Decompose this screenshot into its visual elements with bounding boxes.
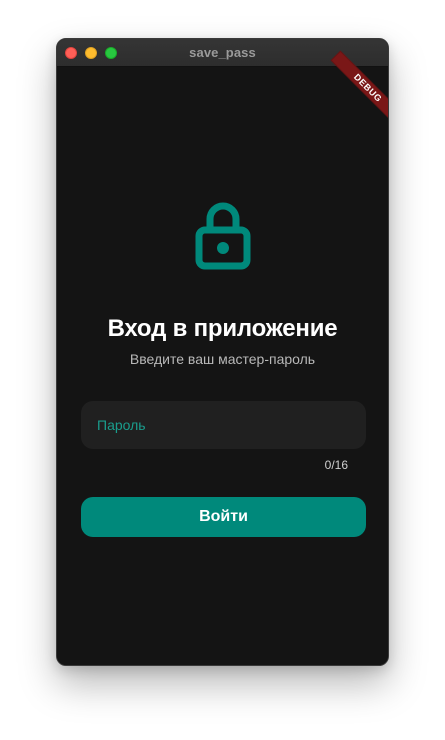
password-field[interactable] (81, 401, 366, 449)
page-title: Вход в приложение (107, 315, 338, 342)
password-length-counter: 0/16 (324, 458, 348, 472)
lock-icon (194, 200, 252, 272)
login-screen: DEBUG Вход в приложение Введите ваш маст… (57, 50, 388, 665)
desktop: save_pass DEBUG Вход в приложение Введит… (0, 0, 445, 740)
page-subtitle: Введите ваш мастер-пароль (129, 351, 316, 367)
login-button[interactable]: Войти (81, 497, 366, 537)
app-window: save_pass DEBUG Вход в приложение Введит… (56, 38, 389, 666)
password-input[interactable] (97, 417, 350, 433)
